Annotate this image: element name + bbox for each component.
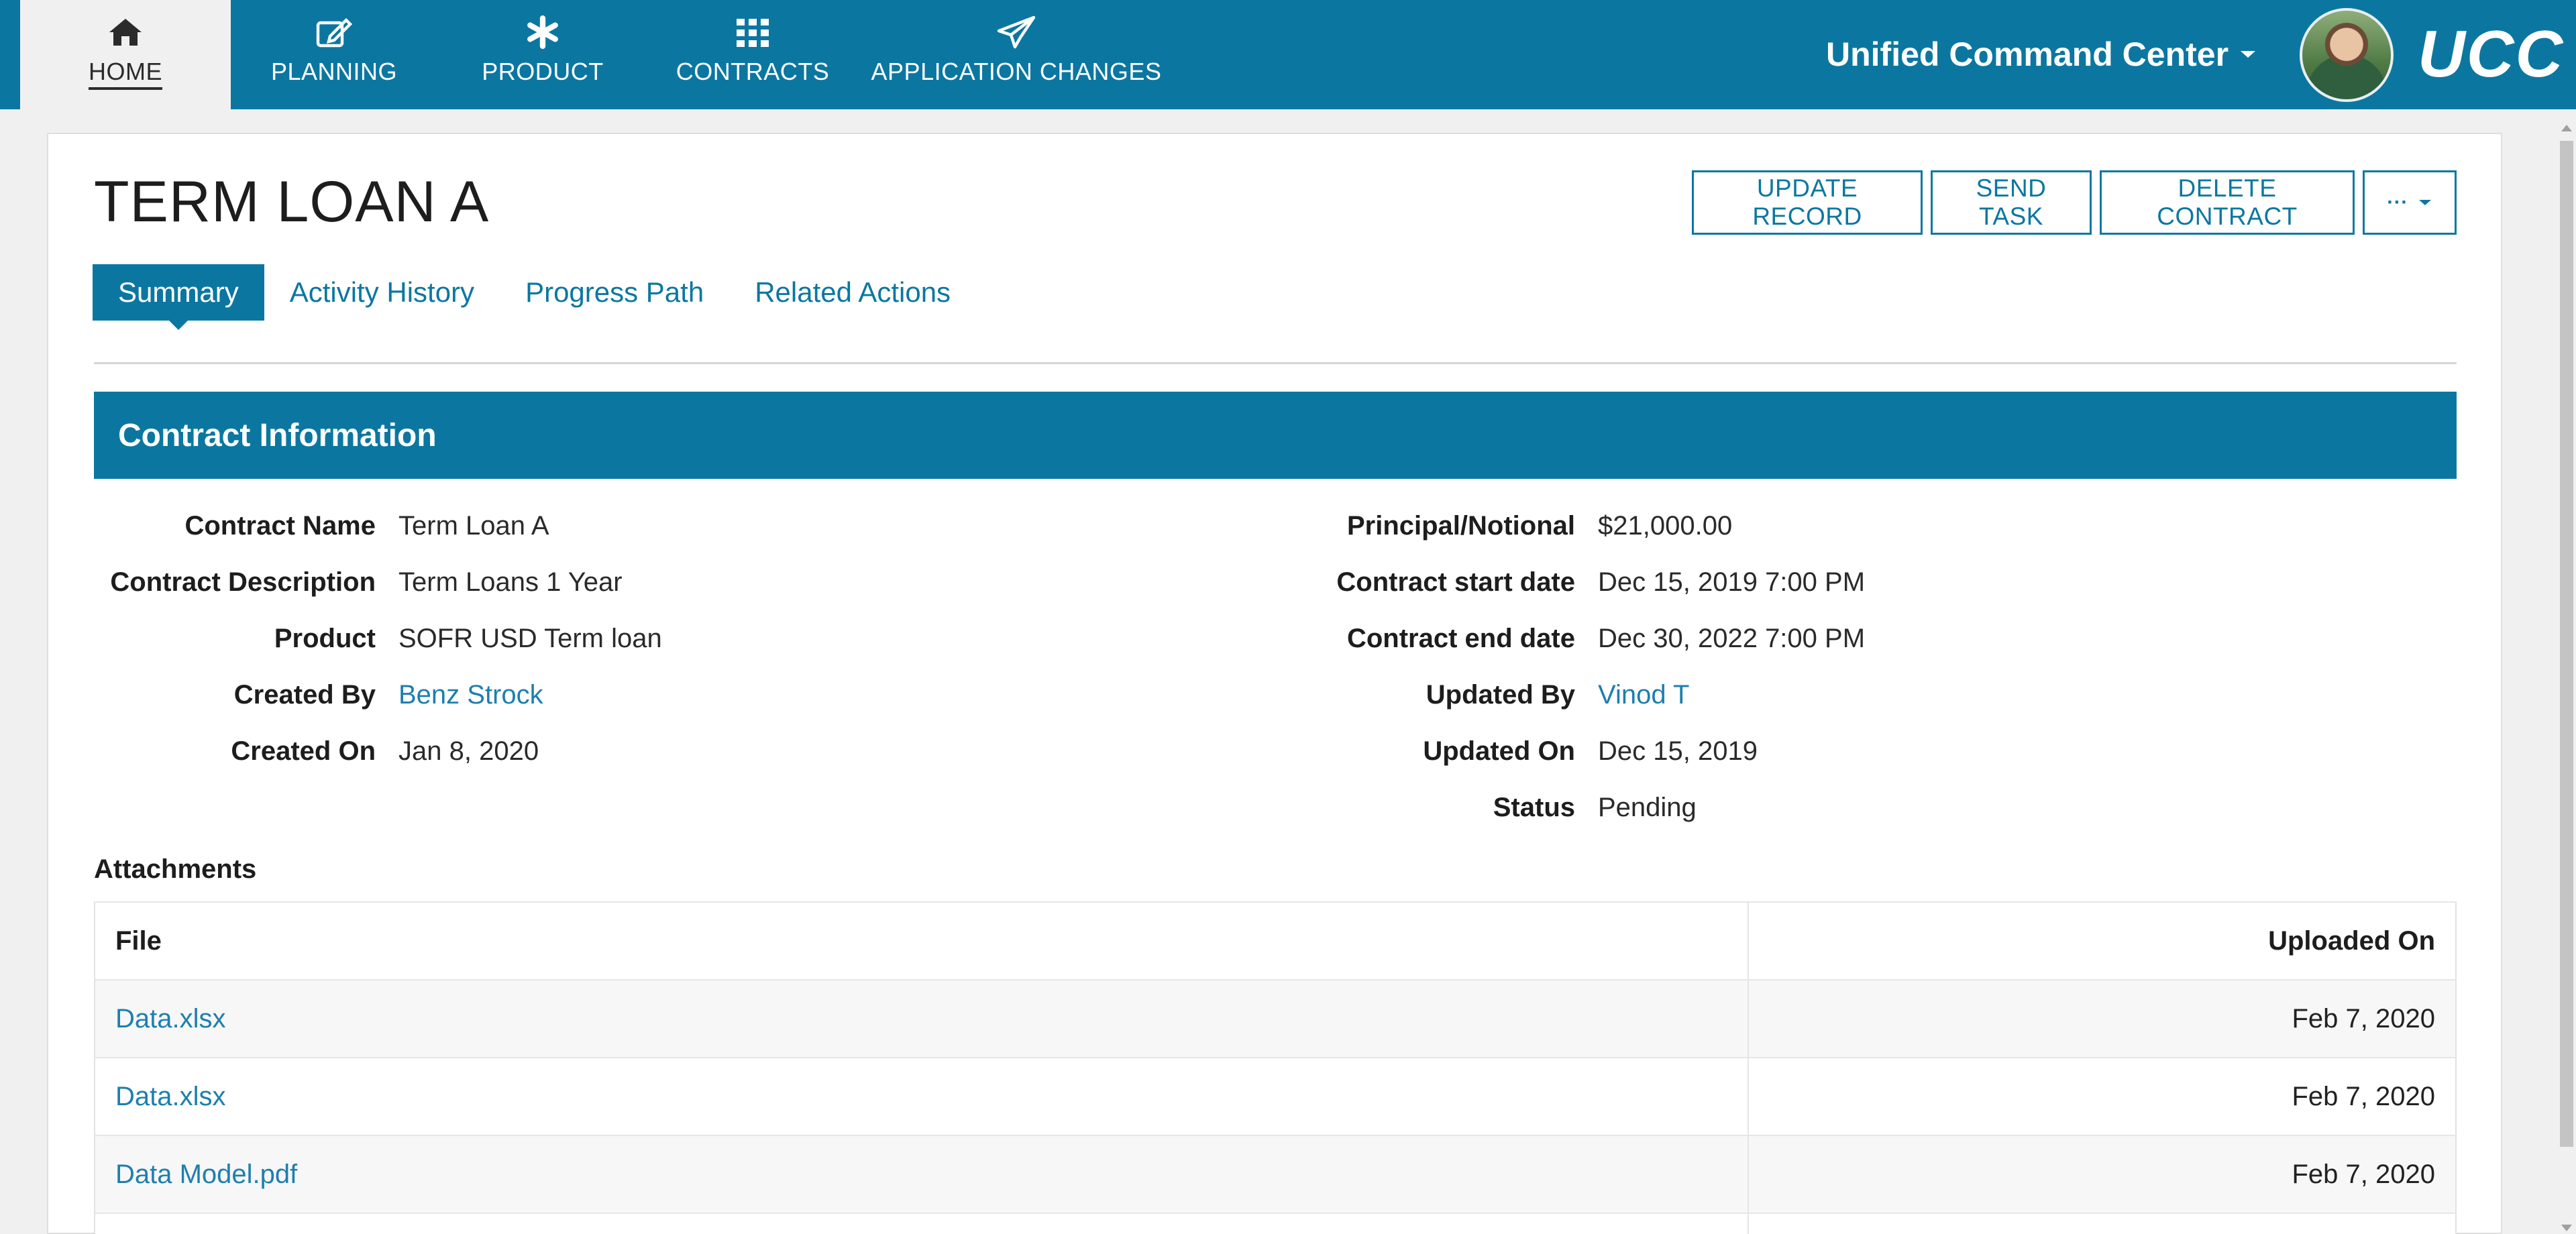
- field-status: Status Pending: [282, 787, 1697, 828]
- more-icon: ···: [2387, 191, 2408, 213]
- nav-tab-planning[interactable]: PLANNING: [231, 0, 437, 109]
- table-row: Data.xlsx Feb 7, 2020: [95, 979, 2456, 1058]
- nav-tab-product[interactable]: PRODUCT: [437, 0, 648, 109]
- paper-plane-icon: [996, 13, 1036, 51]
- nav-tab-home[interactable]: HOME: [20, 0, 231, 109]
- edit-icon: [315, 13, 353, 51]
- scroll-down-icon[interactable]: [2561, 1225, 2572, 1231]
- send-task-button[interactable]: SEND TASK: [1931, 170, 2092, 235]
- nav-tab-label: PRODUCT: [482, 58, 604, 85]
- field-value: Dec 15, 2019 7:00 PM: [1598, 567, 1866, 597]
- field-contract-end-date: Contract end date Dec 30, 2022 7:00 PM: [282, 618, 1865, 659]
- file-link[interactable]: Data.xlsx: [95, 979, 1748, 1058]
- field-contract-start-date: Contract start date Dec 15, 2019 7:00 PM: [282, 562, 1865, 602]
- field-principal-notional: Principal/Notional $21,000.00: [282, 506, 1732, 546]
- caret-down-icon: [2241, 51, 2256, 58]
- nav-left-edge: [0, 0, 20, 109]
- column-header-uploaded-on[interactable]: Uploaded On: [1748, 901, 2456, 980]
- field-label: Principal/Notional: [1346, 510, 1575, 541]
- field-updated-by: Updated By Vinod T: [282, 675, 1690, 715]
- delete-contract-button[interactable]: DELETE CONTRACT: [2100, 170, 2355, 235]
- table-row: Data Model.pdf Feb 7, 2020: [95, 1135, 2456, 1213]
- nav-tab-contracts[interactable]: CONTRACTS: [648, 0, 857, 109]
- nav-tab-label: CONTRACTS: [676, 58, 830, 85]
- nav-tab-label: PLANNING: [270, 58, 398, 85]
- uploaded-date: Feb 7, 2020: [1748, 1057, 2456, 1135]
- page-title: TERM LOAN A: [94, 170, 490, 234]
- brand-logo: UCC: [2418, 17, 2565, 91]
- file-link[interactable]: Data.xlsx: [95, 1057, 1748, 1135]
- scrollbar-thumb[interactable]: [2560, 141, 2573, 1147]
- tab-progress-path[interactable]: Progress Path: [500, 264, 729, 321]
- nav-tab-label: HOME: [89, 58, 162, 90]
- field-label: Status: [1493, 792, 1575, 822]
- attachments-title: Attachments: [94, 854, 257, 884]
- table-row: [95, 1213, 2456, 1234]
- tabs-divider: [94, 362, 2457, 364]
- uploaded-date: [1748, 1213, 2456, 1234]
- app-switcher[interactable]: Unified Command Center: [1826, 35, 2257, 74]
- grid-icon: [735, 13, 770, 51]
- field-value: Dec 30, 2022 7:00 PM: [1598, 623, 1866, 653]
- field-label: Contract start date: [1336, 567, 1575, 597]
- record-tabs: Summary Activity History Progress Path R…: [93, 264, 976, 330]
- tab-summary[interactable]: Summary: [93, 264, 264, 330]
- file-link[interactable]: [95, 1213, 1748, 1234]
- table-header-row: File Uploaded On: [95, 901, 2456, 980]
- asterisk-icon: [526, 13, 559, 51]
- status-value: Pending: [1598, 792, 1697, 822]
- attachments-table: File Uploaded On Data.xlsx Feb 7, 2020 D…: [94, 901, 2457, 1234]
- top-navigation-bar: HOME PLANNING PRODUCT CONTRACTS APPLICAT…: [0, 0, 2576, 109]
- field-value: $21,000.00: [1598, 510, 1733, 541]
- tab-related-actions[interactable]: Related Actions: [729, 264, 976, 321]
- update-record-button[interactable]: UPDATE RECORD: [1692, 170, 1923, 235]
- nav-tab-label: APPLICATION CHANGES: [871, 58, 1162, 85]
- home-icon: [108, 13, 143, 51]
- section-header: Contract Information: [94, 392, 2457, 479]
- record-actions: UPDATE RECORD SEND TASK DELETE CONTRACT …: [1692, 170, 2457, 235]
- updated-by-link[interactable]: Vinod T: [1598, 680, 1689, 710]
- field-value: Dec 15, 2019: [1598, 736, 1758, 766]
- uploaded-date: Feb 7, 2020: [1748, 1135, 2456, 1213]
- caret-down-icon: [2418, 200, 2431, 205]
- nav-tab-application-changes[interactable]: APPLICATION CHANGES: [857, 0, 1175, 109]
- app-name: Unified Command Center: [1826, 36, 2229, 73]
- field-updated-on: Updated On Dec 15, 2019: [282, 731, 1758, 771]
- section-title: Contract Information: [118, 417, 437, 453]
- tab-activity-history[interactable]: Activity History: [264, 264, 500, 321]
- avatar[interactable]: [2300, 8, 2394, 102]
- uploaded-date: Feb 7, 2020: [1748, 979, 2456, 1058]
- file-link[interactable]: Data Model.pdf: [95, 1135, 1748, 1213]
- page-scrollbar[interactable]: [2555, 121, 2576, 1234]
- field-label: Updated On: [1423, 736, 1575, 766]
- table-row: Data.xlsx Feb 7, 2020: [95, 1057, 2456, 1135]
- field-label: Updated By: [1426, 679, 1575, 710]
- scroll-up-icon[interactable]: [2561, 125, 2572, 131]
- more-actions-button[interactable]: ···: [2363, 170, 2457, 235]
- column-header-file[interactable]: File: [95, 901, 1748, 980]
- field-label: Contract end date: [1346, 623, 1575, 653]
